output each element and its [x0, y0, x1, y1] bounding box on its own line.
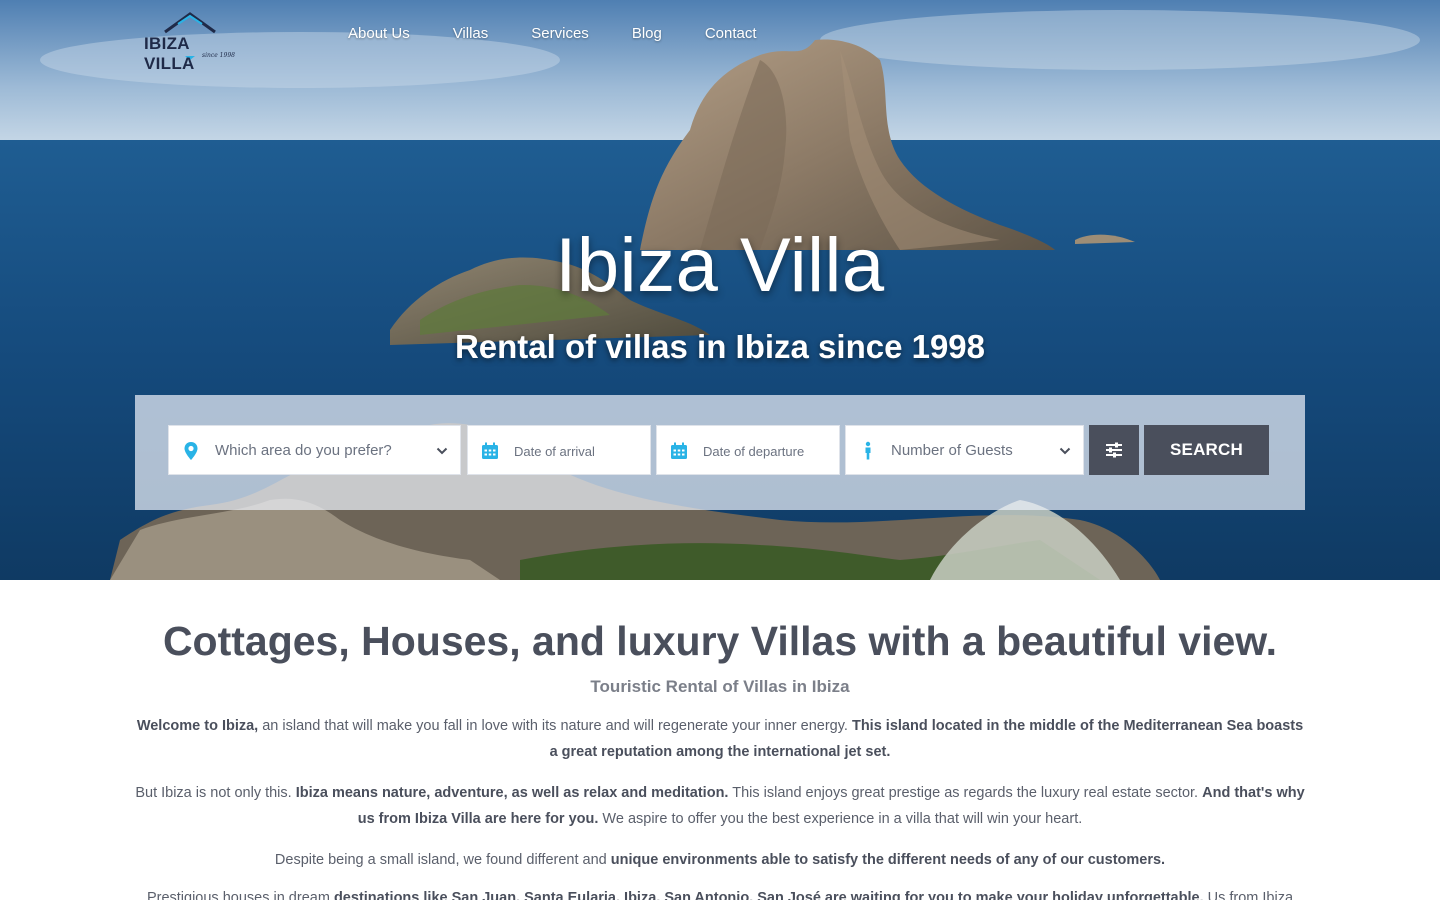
p3-text-1: Despite being a small island, we found d… — [274, 852, 611, 868]
calendar-icon — [482, 442, 498, 459]
p1-text-1: an island that will make you fall in lov… — [258, 718, 852, 734]
hero-subtitle: Rental of villas in Ibiza since 1998 — [454, 328, 986, 365]
p4-text-1: Prestigious houses in dream — [146, 890, 334, 900]
intro-tagline: Touristic Rental of Villas in Ibiza — [590, 677, 850, 696]
intro-paragraph-1: Welcome to Ibiza, an island that will ma… — [135, 713, 1305, 765]
hero-title: Ibiza Villa — [555, 223, 885, 308]
nav-item-contact[interactable]: Contact — [705, 25, 757, 42]
p1-bold-1: Welcome to Ibiza, — [136, 718, 259, 734]
area-select[interactable]: Which area do you prefer? — [168, 425, 461, 475]
chevron-down-icon — [436, 447, 448, 455]
guests-select-placeholder: Number of Guests — [891, 442, 1013, 459]
search-panel: Which area do you prefer? Date of arriva… — [135, 395, 1305, 510]
nav-item-villas[interactable]: Villas — [453, 25, 489, 42]
hero-section: IBIZA VILLA since 1998 About Us Villas S… — [0, 0, 1440, 580]
person-icon — [865, 441, 871, 460]
departure-date-placeholder: Date of departure — [703, 444, 805, 459]
chevron-down-icon — [1059, 447, 1071, 455]
sliders-icon — [1106, 442, 1122, 458]
logo-since: since 1998 — [202, 52, 235, 59]
location-pin-icon — [184, 442, 198, 460]
nav-item-blog[interactable]: Blog — [632, 25, 662, 42]
intro-paragraph-3: Despite being a small island, we found d… — [135, 847, 1305, 873]
nav-item-about-us[interactable]: About Us — [348, 25, 410, 42]
p4-bold-1: destinations like San Juan, Santa Eulari… — [333, 890, 1204, 900]
main-nav: About Us Villas Services Blog Contact — [348, 25, 800, 42]
departure-date-field[interactable]: Date of departure — [656, 425, 840, 475]
guests-select[interactable]: Number of Guests — [845, 425, 1084, 475]
search-button[interactable]: SEARCH — [1144, 425, 1269, 475]
intro-section: Cottages, Houses, and luxury Villas with… — [0, 580, 1440, 900]
arrival-date-placeholder: Date of arrival — [514, 444, 595, 459]
p2-text-2: This island enjoys great prestige as reg… — [728, 785, 1203, 801]
advanced-filters-button[interactable] — [1089, 425, 1139, 475]
p3-bold-1: unique environments able to satisfy the … — [610, 852, 1166, 868]
p2-text-1: But Ibiza is not only this. — [135, 785, 296, 801]
nav-item-services[interactable]: Services — [531, 25, 589, 42]
arrival-date-field[interactable]: Date of arrival — [467, 425, 651, 475]
intro-paragraph-4: Prestigious houses in dream destinations… — [135, 885, 1305, 900]
p2-bold-1: Ibiza means nature, adventure, as well a… — [295, 785, 729, 801]
intro-paragraph-2: But Ibiza is not only this. Ibiza means … — [135, 780, 1305, 832]
p2-text-3: We aspire to offer you the best experien… — [598, 811, 1083, 827]
calendar-icon — [671, 442, 687, 459]
area-select-placeholder: Which area do you prefer? — [215, 442, 392, 459]
intro-headline: Cottages, Houses, and luxury Villas with… — [162, 618, 1278, 664]
brand-logo[interactable]: IBIZA VILLA since 1998 — [140, 10, 240, 73]
